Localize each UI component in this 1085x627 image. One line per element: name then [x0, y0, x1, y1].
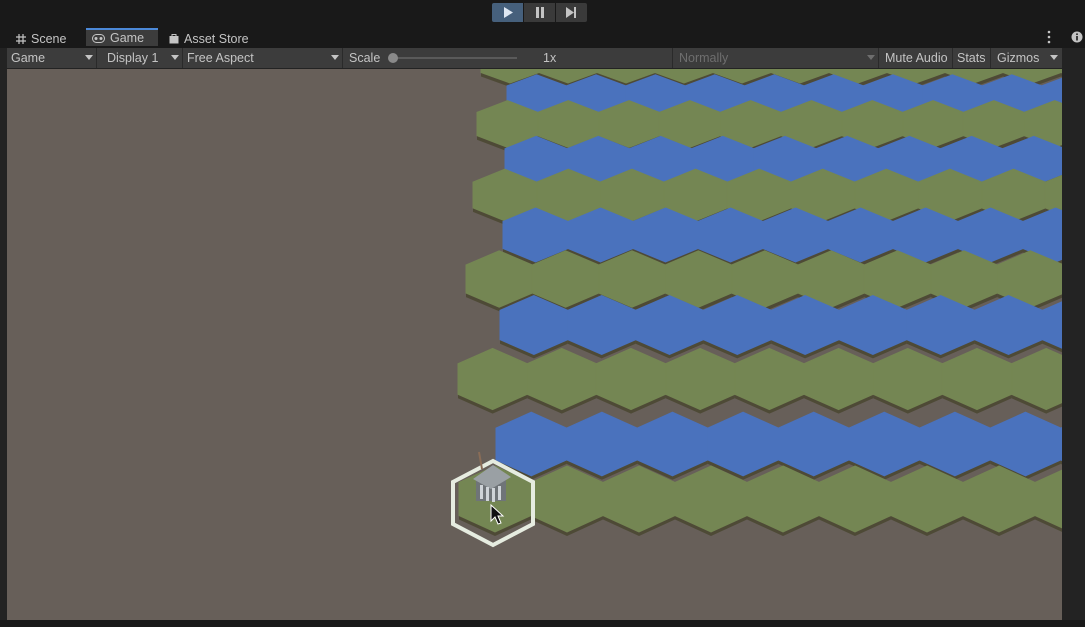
game-viewport[interactable]	[7, 69, 1062, 620]
tab-scene[interactable]: Scene	[8, 29, 76, 48]
chevron-down-icon	[1050, 55, 1058, 60]
chevron-down-icon	[85, 55, 93, 60]
scale-slider-track[interactable]	[392, 57, 517, 59]
aspect-dropdown[interactable]: Free Aspect	[183, 48, 343, 68]
grass-tile-row	[457, 347, 1062, 414]
vsync-label: Normally	[679, 51, 729, 65]
tab-asset-store[interactable]: Asset Store	[162, 29, 262, 48]
tab-scene-label: Scene	[31, 31, 67, 46]
aspect-label: Free Aspect	[187, 51, 254, 65]
gizmos-dropdown[interactable]: Gizmos	[991, 48, 1062, 68]
scale-label: Scale	[349, 51, 381, 65]
vsync-dropdown[interactable]: Normally	[673, 48, 879, 68]
tab-asset-store-label: Asset Store	[184, 31, 249, 46]
chevron-down-icon	[867, 55, 875, 60]
tab-game[interactable]: Game	[86, 28, 158, 46]
pause-button[interactable]	[524, 3, 555, 22]
view-mode-label: Game	[11, 51, 46, 65]
grid-icon	[16, 33, 26, 44]
playmode-controls	[492, 3, 588, 22]
bag-icon	[169, 33, 179, 44]
scale-slider-handle[interactable]	[388, 53, 398, 63]
chevron-down-icon	[331, 55, 339, 60]
pause-icon	[535, 7, 544, 18]
left-panel-edge	[0, 48, 7, 622]
stats-button[interactable]: Stats	[953, 48, 991, 68]
step-icon	[566, 7, 576, 18]
gamepad-icon	[92, 33, 105, 43]
display-dropdown[interactable]: Display 1	[97, 48, 183, 68]
main-toolbar	[0, 0, 1085, 28]
tab-game-label: Game	[110, 31, 145, 45]
grass-tile-row	[458, 465, 1062, 536]
more-options-icon[interactable]	[1045, 30, 1053, 44]
chevron-down-icon	[171, 55, 179, 60]
mute-audio-button[interactable]: Mute Audio	[879, 48, 953, 68]
status-bar	[0, 620, 1085, 627]
scale-value: 1x	[543, 48, 673, 68]
info-icon[interactable]	[1071, 31, 1083, 43]
grass-tile-row	[465, 250, 1062, 312]
gizmos-label: Gizmos	[997, 51, 1040, 65]
right-panel-edge	[1062, 48, 1085, 622]
play-button[interactable]	[492, 3, 523, 22]
game-view-toolbar: Game Display 1 Free Aspect Scale 1x Norm…	[7, 48, 1062, 69]
view-mode-dropdown[interactable]: Game	[7, 48, 97, 68]
play-icon	[503, 7, 513, 18]
window-tabs: Scene Game Asset Store	[0, 28, 1085, 48]
display-label: Display 1	[107, 51, 159, 65]
step-button[interactable]	[556, 3, 587, 22]
hex-map	[451, 69, 1062, 548]
